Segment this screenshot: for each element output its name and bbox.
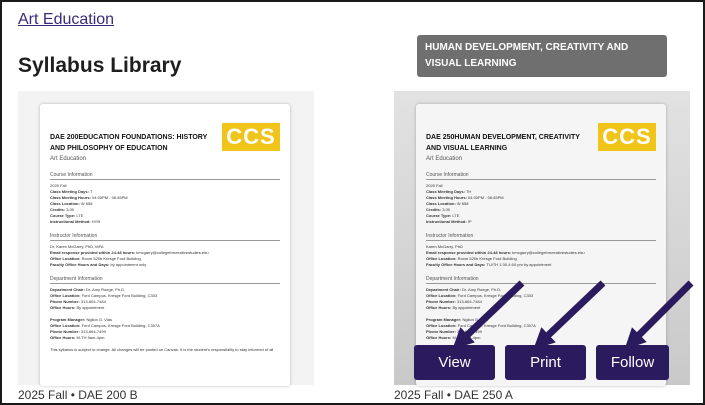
card-caption: 2025 Fall • DAE 250 A [394, 388, 513, 402]
card-caption: 2025 Fall • DAE 200 B [18, 388, 138, 402]
ccs-logo: CCS [222, 123, 280, 151]
view-button[interactable]: View [414, 345, 495, 380]
doc-department: Art Education [50, 156, 87, 162]
doc-department-lines: Department Chair: Dr. Amy Roege, Ph.D. Of… [50, 287, 280, 353]
doc-title: DAE 250HUMAN DEVELOPMENT, CREATIVITY AND… [426, 134, 580, 152]
doc-section-department: Department Information [50, 276, 280, 284]
doc-instructor-lines: Dr. Karen McGarry, PhD, MFA Email respons… [50, 244, 280, 268]
syllabus-preview: DAE 200EDUCATION FOUNDATIONS: HISTORY AN… [40, 104, 290, 386]
doc-department: Art Education [426, 156, 463, 162]
doc-instructor-lines: Karen McGarry, PhD Email response provide… [426, 244, 656, 268]
doc-title: DAE 200EDUCATION FOUNDATIONS: HISTORY AN… [50, 134, 208, 152]
page-title: Syllabus Library [18, 54, 182, 77]
syllabus-preview: DAE 250HUMAN DEVELOPMENT, CREATIVITY AND… [416, 104, 666, 386]
doc-section-course: Course Information [426, 172, 656, 180]
doc-body: Art Education Course Information 2025 Fa… [50, 156, 280, 353]
doc-course-lines: 2025 Fall Class Meeting Days: TH Class Mee… [426, 183, 656, 225]
course-title-tooltip: HUMAN DEVELOPMENT, CREATIVITY AND VISUAL… [417, 35, 667, 77]
syllabus-card-dae250[interactable]: DAE 250HUMAN DEVELOPMENT, CREATIVITY AND… [394, 91, 690, 386]
ccs-logo: CCS [598, 123, 656, 151]
doc-course-lines: 2025 Fall Class Meeting Days: T Class Meet… [50, 183, 280, 225]
doc-department-lines: Department Chair: Dr. Amy Roege, Ph.D. Of… [426, 287, 656, 341]
doc-section-instructor: Instructor Information [426, 233, 656, 241]
doc-section-instructor: Instructor Information [50, 233, 280, 241]
follow-button[interactable]: Follow [596, 345, 669, 380]
doc-body: Art Education Course Information 2025 Fa… [426, 156, 656, 341]
breadcrumb-link[interactable]: Art Education [18, 11, 114, 29]
print-button[interactable]: Print [505, 345, 586, 380]
doc-line: Office Hours: M-TH 9am-4pm [426, 335, 481, 340]
syllabus-card-dae200[interactable]: DAE 200EDUCATION FOUNDATIONS: HISTORY AN… [18, 91, 314, 386]
doc-section-department: Department Information [426, 276, 656, 284]
doc-line: This syllabus is subject to change. All … [50, 347, 274, 352]
doc-section-course: Course Information [50, 172, 280, 180]
